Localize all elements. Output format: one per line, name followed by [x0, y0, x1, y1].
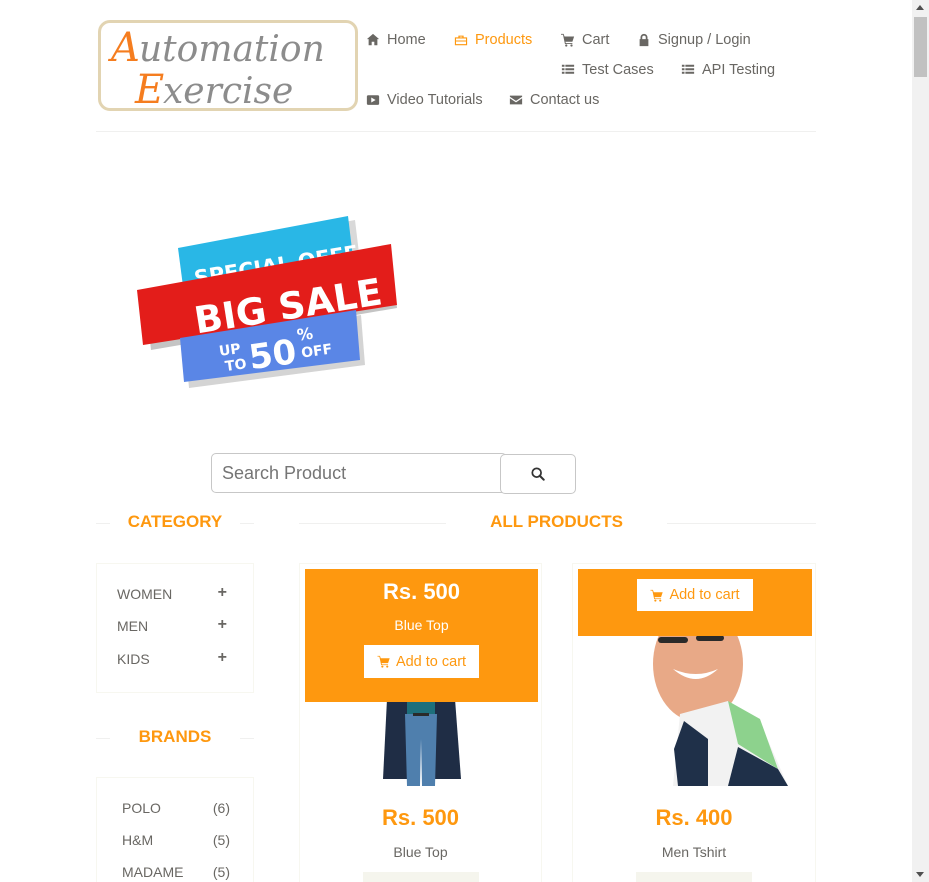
nav-video-label: Video Tutorials — [387, 92, 483, 108]
add-to-cart-label: Add to cart — [669, 587, 740, 603]
plus-icon[interactable]: + — [218, 585, 227, 602]
briefcase-icon — [454, 35, 468, 46]
sale-banner-graphic: SPECIAL OFFER BIG SALE UP TO 50 % OFF — [137, 216, 397, 388]
divider — [96, 523, 110, 524]
brand-label: H&M — [122, 832, 154, 848]
sale-banner: SPECIAL OFFER BIG SALE UP TO 50 % OFF — [133, 210, 413, 395]
svg-text:xercise: xercise — [163, 71, 293, 108]
product-card-men-tshirt: Add to cart Rs. 400 Men Tshirt — [572, 563, 816, 882]
svg-text:E: E — [134, 67, 164, 108]
nav-signup-label: Signup / Login — [658, 32, 751, 48]
svg-text:50: 50 — [246, 332, 298, 378]
list-icon — [681, 64, 695, 74]
category-label: WOMEN — [117, 586, 173, 602]
plus-icon[interactable]: + — [218, 617, 227, 634]
site-logo[interactable]: A utomation E xercise — [98, 20, 358, 111]
category-panel: WOMEN + MEN + KIDS + — [96, 563, 254, 693]
category-title: CATEGORY — [127, 512, 223, 531]
scroll-down-arrow-icon[interactable] — [916, 872, 924, 877]
brand-count: (6) — [212, 800, 230, 816]
list-icon — [561, 64, 575, 74]
add-to-cart-button[interactable] — [636, 872, 752, 882]
product-card-blue-top: Rs. 500 Blue Top Add to cart Rs. 500 Blu… — [299, 563, 542, 882]
brand-item-polo[interactable]: POLO (6) — [122, 800, 230, 816]
search-input[interactable] — [211, 453, 507, 493]
svg-text:TO: TO — [224, 356, 248, 375]
brand-label: MADAME — [122, 864, 184, 880]
cart-icon — [561, 33, 575, 47]
nav-cart-label: Cart — [582, 32, 610, 48]
nav-test-cases[interactable]: Test Cases — [561, 62, 654, 78]
overlay-product-name: Blue Top — [394, 617, 449, 633]
add-to-cart-button[interactable]: Add to cart — [637, 579, 753, 611]
logo-image: A utomation E xercise — [107, 25, 325, 108]
brand-item-madame[interactable]: MADAME (5) — [122, 864, 230, 880]
category-item-kids[interactable]: KIDS + — [117, 650, 227, 668]
product-name: Men Tshirt — [661, 844, 727, 860]
nav-home-label: Home — [387, 32, 426, 48]
divider — [96, 738, 110, 739]
nav-cart[interactable]: Cart — [561, 32, 609, 48]
brands-panel: POLO (6) H&M (5) MADAME (5) — [96, 777, 254, 882]
home-icon — [366, 33, 380, 46]
plus-icon[interactable]: + — [218, 650, 227, 667]
envelope-icon — [509, 95, 523, 105]
cart-icon — [650, 589, 664, 602]
category-label: MEN — [117, 618, 149, 634]
product-price: Rs. 400 — [655, 805, 733, 830]
brand-label: POLO — [122, 800, 161, 816]
product-price: Rs. 500 — [381, 805, 460, 830]
category-item-women[interactable]: WOMEN + — [117, 585, 227, 603]
search-button[interactable] — [500, 454, 576, 494]
svg-text:utomation: utomation — [139, 29, 325, 70]
nav-api-testing-label: API Testing — [702, 62, 776, 78]
nav-contact-us[interactable]: Contact us — [509, 92, 599, 108]
cart-icon — [377, 655, 390, 668]
brands-title: BRANDS — [138, 727, 212, 746]
scrollbar-thumb[interactable] — [914, 17, 927, 77]
nav-products[interactable]: Products — [454, 32, 532, 48]
nav-test-cases-label: Test Cases — [582, 62, 654, 78]
add-to-cart-button[interactable] — [363, 872, 479, 882]
add-to-cart-button[interactable]: Add to cart — [364, 645, 479, 678]
nav-contact-label: Contact us — [530, 92, 600, 108]
scroll-up-arrow-icon[interactable] — [916, 5, 924, 10]
nav-products-label: Products — [475, 32, 533, 48]
svg-text:%: % — [296, 324, 315, 345]
divider — [299, 523, 446, 524]
site-header: A utomation E xercise Home Products Cart… — [96, 0, 816, 132]
nav-api-testing[interactable]: API Testing — [681, 62, 775, 78]
nav-signup-login[interactable]: Signup / Login — [637, 32, 751, 48]
brand-item-hm[interactable]: H&M (5) — [122, 832, 230, 848]
all-products-title: ALL PRODUCTS — [490, 512, 623, 531]
vertical-scrollbar[interactable] — [912, 0, 929, 882]
brand-count: (5) — [212, 832, 230, 848]
add-to-cart-label: Add to cart — [395, 653, 467, 670]
brand-count: (5) — [212, 864, 230, 880]
nav-home[interactable]: Home — [366, 32, 426, 48]
divider — [667, 523, 816, 524]
product-overlay: Rs. 500 Blue Top Add to cart — [305, 569, 538, 702]
nav-video-tutorials[interactable]: Video Tutorials — [366, 92, 483, 108]
lock-icon — [639, 33, 649, 47]
overlay-price: Rs. 500 — [382, 579, 461, 604]
category-item-men[interactable]: MEN + — [117, 617, 227, 635]
product-overlay: Add to cart — [578, 569, 812, 636]
youtube-play-icon — [366, 95, 380, 105]
product-name: Blue Top — [393, 844, 448, 860]
category-label: KIDS — [117, 651, 150, 667]
search-icon — [531, 467, 545, 481]
divider — [240, 738, 254, 739]
svg-text:A: A — [107, 25, 140, 71]
divider — [240, 523, 254, 524]
